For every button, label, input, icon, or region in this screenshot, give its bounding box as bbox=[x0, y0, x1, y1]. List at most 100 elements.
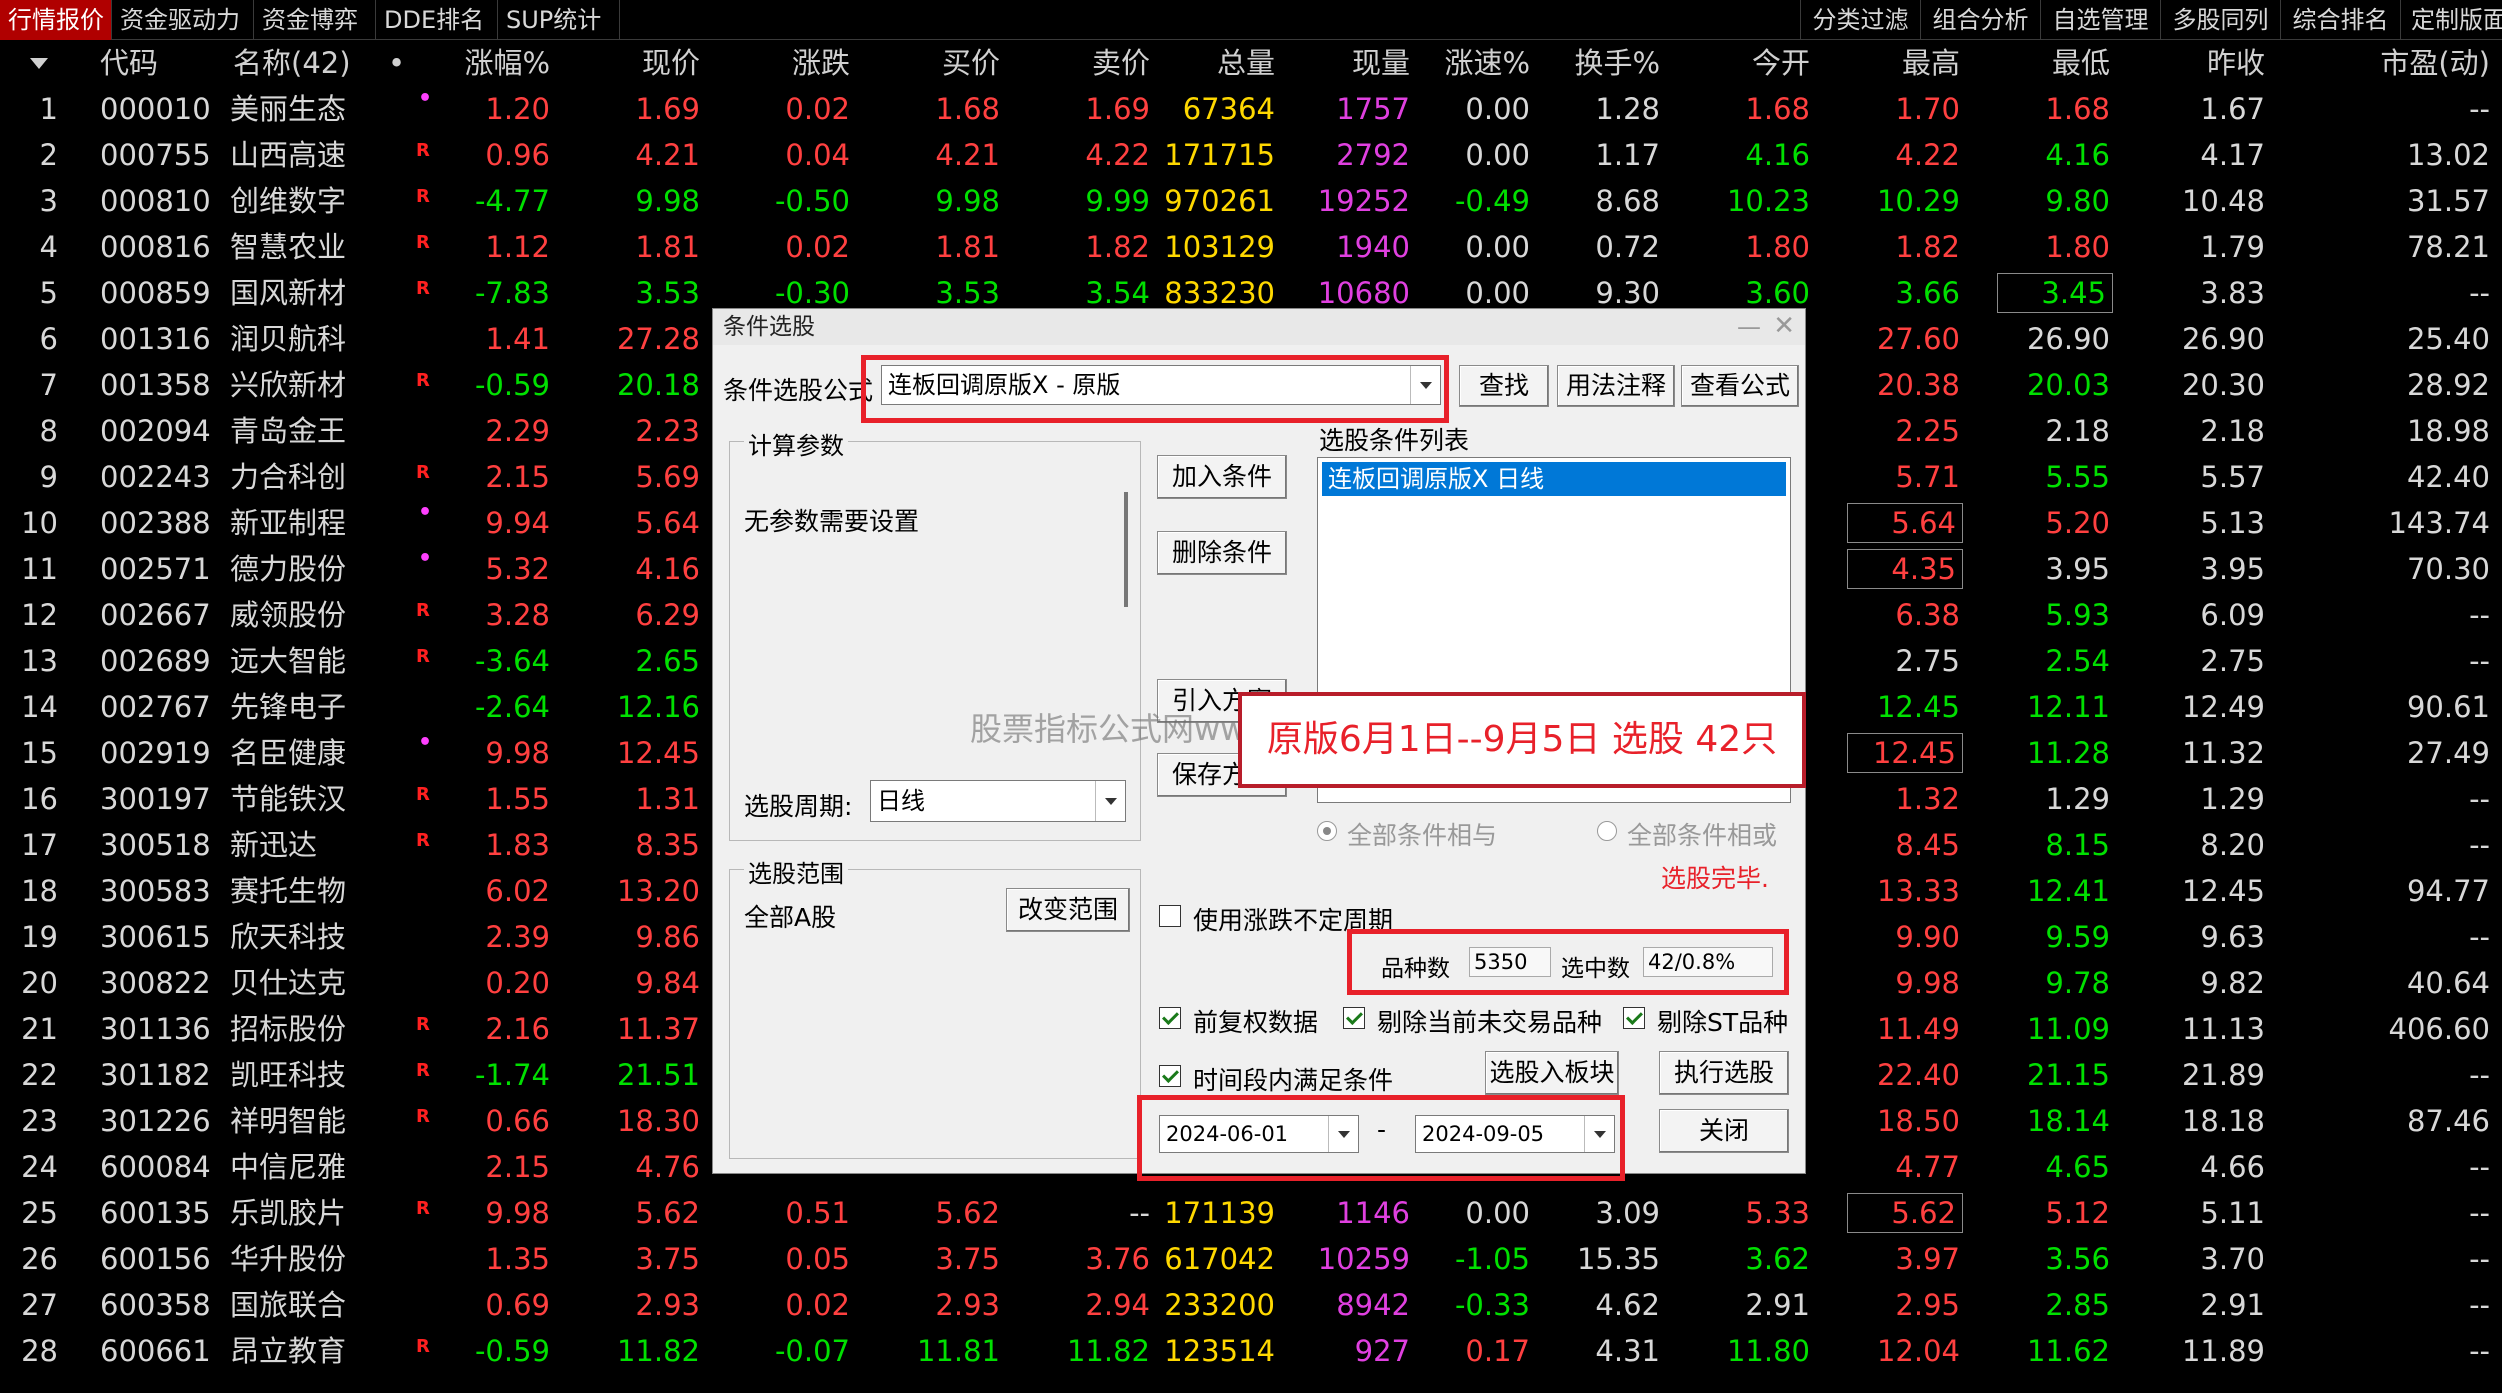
stock-code: 000859 bbox=[100, 276, 211, 310]
prev-close: 5.57 bbox=[2200, 460, 2265, 494]
params-scrollbar[interactable] bbox=[1124, 492, 1128, 607]
change-pct: -7.83 bbox=[474, 276, 550, 310]
tab-capital-game[interactable]: 资金博弈 bbox=[254, 0, 376, 40]
row-number: 19 bbox=[21, 920, 58, 954]
col-turnover[interactable]: 换手% bbox=[1550, 40, 1660, 86]
high: 11.49 bbox=[1876, 1012, 1960, 1046]
turnover: 1.28 bbox=[1595, 92, 1660, 126]
sort-menu-icon[interactable] bbox=[30, 58, 48, 69]
minimize-icon[interactable]: — bbox=[1737, 313, 1761, 341]
row-mark: R bbox=[416, 1106, 430, 1127]
change-range-button[interactable]: 改变范围 bbox=[1006, 888, 1130, 932]
uncertain-period-checkbox[interactable] bbox=[1159, 905, 1181, 927]
col-bid[interactable]: 买价 bbox=[890, 40, 1000, 86]
table-row[interactable]: 28 600661 昂立教育 -0.59 11.82 -0.07 11.81 11.82 123… bbox=[0, 1328, 2502, 1374]
period-condition-checkbox[interactable] bbox=[1159, 1065, 1181, 1087]
cur-volume: 1940 bbox=[1336, 230, 1410, 264]
high: 5.62 bbox=[1844, 1190, 1966, 1236]
table-row[interactable]: 3 000810 创维数字 -4.77 9.98 -0.50 9.98 9.99 970261 1… bbox=[0, 178, 2502, 224]
search-button[interactable]: 查找 bbox=[1459, 365, 1549, 407]
tab-watchlist[interactable]: 自选管理 bbox=[2040, 0, 2160, 40]
run-selection-button[interactable]: 执行选股 bbox=[1659, 1051, 1789, 1095]
tab-category-filter[interactable]: 分类过滤 bbox=[1800, 0, 1920, 40]
table-row[interactable]: 2 000755 山西高速 0.96 4.21 0.04 4.21 4.22 171715 279… bbox=[0, 132, 2502, 178]
table-row[interactable]: 25 600135 乐凯胶片 9.98 5.62 0.51 5.62 -- 171139 1146… bbox=[0, 1190, 2502, 1236]
price: 6.29 bbox=[635, 598, 700, 632]
row-mark: • bbox=[418, 730, 433, 755]
row-number: 18 bbox=[21, 874, 58, 908]
col-code[interactable]: 代码 bbox=[100, 40, 158, 86]
forward-adjust-checkbox[interactable] bbox=[1159, 1007, 1181, 1029]
tab-multi-stock[interactable]: 多股同列 bbox=[2160, 0, 2280, 40]
col-change-pct[interactable]: 涨幅% bbox=[440, 40, 550, 86]
open: 1.80 bbox=[1745, 230, 1810, 264]
col-mark[interactable]: • bbox=[388, 40, 405, 86]
col-diff[interactable]: 涨跌 bbox=[740, 40, 850, 86]
col-volume[interactable]: 总量 bbox=[1165, 40, 1275, 86]
radio-and[interactable] bbox=[1317, 821, 1337, 841]
add-to-block-button[interactable]: 选股入板块 bbox=[1485, 1051, 1619, 1095]
radio-or[interactable] bbox=[1597, 821, 1617, 841]
row-mark: • bbox=[418, 546, 433, 571]
tab-sup-stats[interactable]: SUP统计 bbox=[498, 0, 620, 40]
exclude-untraded-checkbox[interactable] bbox=[1343, 1007, 1365, 1029]
table-row[interactable]: 26 600156 华升股份 1.35 3.75 0.05 3.75 3.76 617042 10… bbox=[0, 1236, 2502, 1282]
period-select[interactable]: 日线 bbox=[870, 780, 1126, 822]
table-row[interactable]: 4 000816 智慧农业 1.12 1.81 0.02 1.81 1.82 103129 194… bbox=[0, 224, 2502, 270]
tab-composite-rank[interactable]: 综合排名 bbox=[2280, 0, 2400, 40]
high: 27.60 bbox=[1876, 322, 1960, 356]
tab-dde-rank[interactable]: DDE排名 bbox=[376, 0, 498, 40]
col-cur-volume[interactable]: 现量 bbox=[1300, 40, 1410, 86]
tab-custom-layout[interactable]: 定制版面 bbox=[2400, 0, 2502, 40]
stock-name: 创维数字 bbox=[230, 184, 347, 218]
row-mark: R bbox=[416, 186, 430, 207]
stock-name: 赛托生物 bbox=[230, 874, 347, 908]
high: 12.04 bbox=[1876, 1334, 1960, 1368]
stock-name: 华升股份 bbox=[230, 1242, 347, 1276]
prev-close: 12.45 bbox=[2181, 874, 2265, 908]
col-high[interactable]: 最高 bbox=[1850, 40, 1960, 86]
prev-close: 11.89 bbox=[2181, 1334, 2265, 1368]
period-label: 选股周期: bbox=[744, 792, 853, 821]
ask: 1.82 bbox=[1085, 230, 1150, 264]
ask: 1.69 bbox=[1085, 92, 1150, 126]
table-row[interactable]: 27 600358 国旅联合 0.69 2.93 0.02 2.93 2.94 233200 89… bbox=[0, 1282, 2502, 1328]
row-number: 20 bbox=[21, 966, 58, 1000]
col-ask[interactable]: 卖价 bbox=[1040, 40, 1150, 86]
low: 9.59 bbox=[2045, 920, 2110, 954]
tab-quotes[interactable]: 行情报价 bbox=[0, 0, 112, 40]
condition-list-item[interactable]: 连板回调原版X 日线 bbox=[1322, 462, 1786, 496]
tab-portfolio-analysis[interactable]: 组合分析 bbox=[1920, 0, 2040, 40]
col-pe[interactable]: 市盈(动) bbox=[2320, 40, 2490, 86]
usage-notes-button[interactable]: 用法注释 bbox=[1557, 365, 1675, 407]
pe-ratio: -- bbox=[2469, 644, 2490, 678]
stock-code: 000810 bbox=[100, 184, 211, 218]
close-icon[interactable]: ✕ bbox=[1773, 311, 1795, 341]
high: 10.29 bbox=[1876, 184, 1960, 218]
col-price[interactable]: 现价 bbox=[590, 40, 700, 86]
stock-code: 000816 bbox=[100, 230, 211, 264]
table-row[interactable]: 1 000010 美丽生态 1.20 1.69 0.02 1.68 1.69 67364 1757… bbox=[0, 86, 2502, 132]
pe-ratio: 143.74 bbox=[2388, 506, 2490, 540]
close-button[interactable]: 关闭 bbox=[1659, 1109, 1789, 1153]
stock-name: 新亚制程 bbox=[230, 506, 347, 540]
col-speed[interactable]: 涨速% bbox=[1420, 40, 1530, 86]
chevron-down-icon[interactable] bbox=[1095, 781, 1125, 821]
pe-ratio: 42.40 bbox=[2406, 460, 2490, 494]
col-low[interactable]: 最低 bbox=[2000, 40, 2110, 86]
exclude-st-checkbox[interactable] bbox=[1623, 1007, 1645, 1029]
row-number: 10 bbox=[21, 506, 58, 540]
col-name[interactable]: 名称(42) bbox=[233, 40, 351, 86]
low: 11.62 bbox=[2026, 1334, 2110, 1368]
low: 2.18 bbox=[2045, 414, 2110, 448]
low: 2.85 bbox=[2045, 1288, 2110, 1322]
prev-close: 1.29 bbox=[2200, 782, 2265, 816]
delete-condition-button[interactable]: 删除条件 bbox=[1157, 531, 1287, 575]
view-formula-button[interactable]: 查看公式 bbox=[1681, 365, 1799, 407]
stock-code: 002243 bbox=[100, 460, 211, 494]
tab-capital-drive[interactable]: 资金驱动力 bbox=[112, 0, 254, 40]
col-prev-close[interactable]: 昨收 bbox=[2155, 40, 2265, 86]
col-open[interactable]: 今开 bbox=[1700, 40, 1810, 86]
row-number: 16 bbox=[21, 782, 58, 816]
add-condition-button[interactable]: 加入条件 bbox=[1157, 455, 1287, 499]
